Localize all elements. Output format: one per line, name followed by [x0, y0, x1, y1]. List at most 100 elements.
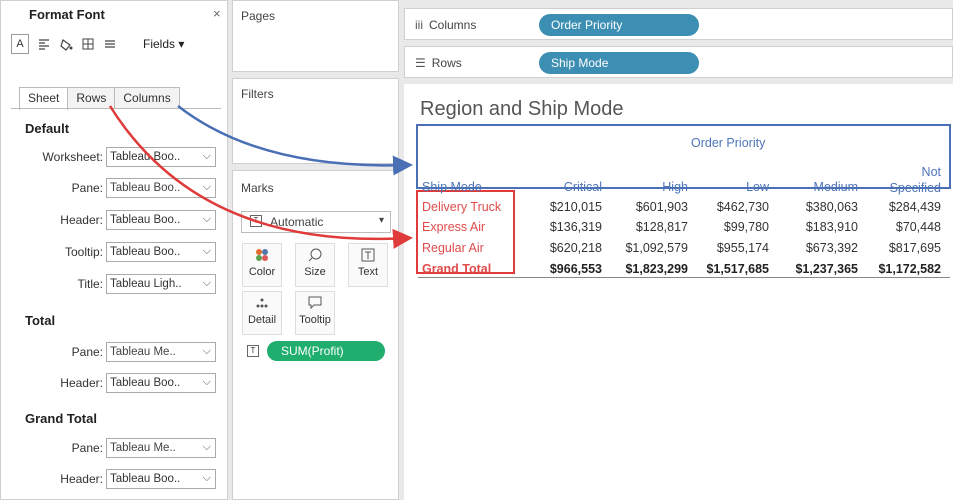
- table-cell: $601,903: [635, 200, 688, 214]
- row-label: Pane:: [71, 345, 103, 359]
- section-default: Default: [25, 121, 70, 136]
- chevron-down-icon: ⌵: [202, 441, 211, 453]
- font-select[interactable]: Tableau Ligh.. ⌵: [106, 274, 216, 294]
- tooltip-icon: [296, 296, 334, 314]
- size-icon: [296, 248, 334, 266]
- chevron-down-icon: ⌵: [202, 213, 211, 225]
- font-select[interactable]: Tableau Boo.. ⌵: [106, 210, 216, 230]
- font-select[interactable]: Tableau Boo.. ⌵: [106, 469, 216, 489]
- font-select[interactable]: Tableau Boo.. ⌵: [106, 178, 216, 198]
- section-grand-total: Grand Total: [25, 411, 97, 426]
- row-header: Ship Mode: [422, 180, 482, 194]
- tab-sheet[interactable]: Sheet: [19, 87, 69, 110]
- detail-card[interactable]: Detail: [242, 291, 282, 335]
- pages-shelf[interactable]: Pages: [232, 0, 399, 72]
- chevron-down-icon: ⌵: [202, 181, 211, 193]
- columns-label: iii Columns: [415, 18, 477, 32]
- table-cell: $99,780: [723, 220, 769, 234]
- format-font-panel: Format Font × A Fields ▾ Sheet Rows Colu…: [0, 0, 228, 500]
- borders-icon[interactable]: [79, 34, 97, 54]
- font-select[interactable]: Tableau Me.. ⌵: [106, 438, 216, 458]
- row-label: Regular Air: [422, 241, 484, 255]
- rows-shelf: ☰ Rows Ship Mode: [404, 46, 953, 78]
- font-select[interactable]: Tableau Boo.. ⌵: [106, 242, 216, 262]
- ship-mode-pill[interactable]: Ship Mode: [539, 52, 699, 74]
- font-select[interactable]: Tableau Boo.. ⌵: [106, 373, 216, 393]
- row-label: Worksheet:: [42, 150, 103, 164]
- row-label: Delivery Truck: [422, 200, 502, 214]
- table-cell: $183,910: [805, 220, 858, 234]
- sum-profit-pill[interactable]: SUM(Profit): [267, 341, 385, 361]
- chevron-down-icon: ⌵: [202, 376, 211, 388]
- chevron-down-icon: ⌵: [202, 345, 211, 357]
- col-header-low: Low: [746, 180, 769, 194]
- panel-title: Format Font: [29, 7, 105, 22]
- pages-title: Pages: [241, 9, 276, 23]
- columns-shelf: iii Columns Order Priority: [404, 8, 953, 40]
- font-select[interactable]: Tableau Boo.. ⌵: [106, 147, 216, 167]
- row-label: Grand Total: [422, 262, 492, 276]
- rows-label: ☰ Rows: [415, 56, 462, 70]
- col-header-high: High: [662, 180, 688, 194]
- table-cell: $955,174: [716, 241, 769, 255]
- table-cell: $284,439: [888, 200, 941, 214]
- col-group-header: Order Priority: [691, 136, 766, 150]
- font-row-title: Title: Tableau Ligh.. ⌵: [1, 273, 221, 295]
- table-cell: $128,817: [635, 220, 688, 234]
- text-field-icon: T: [247, 345, 259, 357]
- format-toolbar: A Fields ▾: [11, 31, 184, 57]
- table-cell: $620,218: [549, 241, 602, 255]
- color-icon: [243, 248, 281, 266]
- row-label: Header:: [60, 472, 103, 486]
- format-tabs: Sheet Rows Columns: [19, 87, 180, 110]
- tab-divider: [11, 108, 221, 109]
- font-a-icon[interactable]: A: [11, 34, 29, 54]
- lines-icon[interactable]: [101, 34, 119, 54]
- font-row-grand-header: Header: Tableau Boo.. ⌵: [1, 468, 221, 490]
- row-label: Pane:: [71, 441, 103, 455]
- col-header-critical: Critical: [563, 180, 602, 194]
- order-priority-pill[interactable]: Order Priority: [539, 14, 699, 36]
- color-card[interactable]: Color: [242, 243, 282, 287]
- font-select[interactable]: Tableau Me.. ⌵: [106, 342, 216, 362]
- table-cell: $966,553: [549, 262, 602, 276]
- fields-dropdown[interactable]: Fields ▾: [143, 37, 184, 51]
- table-cell: $1,517,685: [706, 262, 769, 276]
- row-label: Tooltip:: [64, 245, 103, 259]
- size-card[interactable]: Size: [295, 243, 335, 287]
- filters-title: Filters: [241, 87, 274, 101]
- col-header-medium: Medium: [813, 180, 858, 194]
- table-cell: $136,319: [549, 220, 602, 234]
- table-cell: $1,092,579: [625, 241, 688, 255]
- detail-icon: [243, 296, 281, 314]
- tooltip-card[interactable]: Tooltip: [295, 291, 335, 335]
- mark-type-dropdown[interactable]: T Automatic ▾: [241, 211, 391, 233]
- text-card[interactable]: Text: [348, 243, 388, 287]
- close-icon[interactable]: ×: [213, 6, 221, 21]
- row-label: Express Air: [422, 220, 486, 234]
- table-cell: $462,730: [716, 200, 769, 214]
- table-cell: $673,392: [805, 241, 858, 255]
- tab-columns[interactable]: Columns: [114, 87, 180, 109]
- row-label: Header:: [60, 213, 103, 227]
- table-cell: $70,448: [895, 220, 941, 234]
- font-row-tooltip: Tooltip: Tableau Boo.. ⌵: [1, 241, 221, 263]
- chevron-down-icon: ⌵: [202, 472, 211, 484]
- table-cell: $817,695: [888, 241, 941, 255]
- rows-icon: ☰: [415, 56, 426, 70]
- row-label: Pane:: [71, 181, 103, 195]
- tab-rows[interactable]: Rows: [67, 87, 116, 109]
- col-header-not-specified: Not Specified: [889, 165, 941, 195]
- chevron-down-icon: ⌵: [202, 277, 211, 289]
- filters-shelf[interactable]: Filters: [232, 78, 399, 164]
- align-icon[interactable]: [35, 34, 53, 54]
- table-cell: $1,172,582: [878, 262, 941, 276]
- viz-area: Region and Ship Mode Order Priority Ship…: [404, 84, 953, 500]
- grand-total-separator: [418, 277, 950, 278]
- row-label: Title:: [77, 277, 103, 291]
- font-row-worksheet: Worksheet: Tableau Boo.. ⌵: [1, 146, 221, 168]
- font-row-total-pane: Pane: Tableau Me.. ⌵: [1, 341, 221, 363]
- font-row-pane: Pane: Tableau Boo.. ⌵: [1, 177, 221, 199]
- marks-title: Marks: [241, 181, 274, 195]
- fill-icon[interactable]: [57, 34, 75, 54]
